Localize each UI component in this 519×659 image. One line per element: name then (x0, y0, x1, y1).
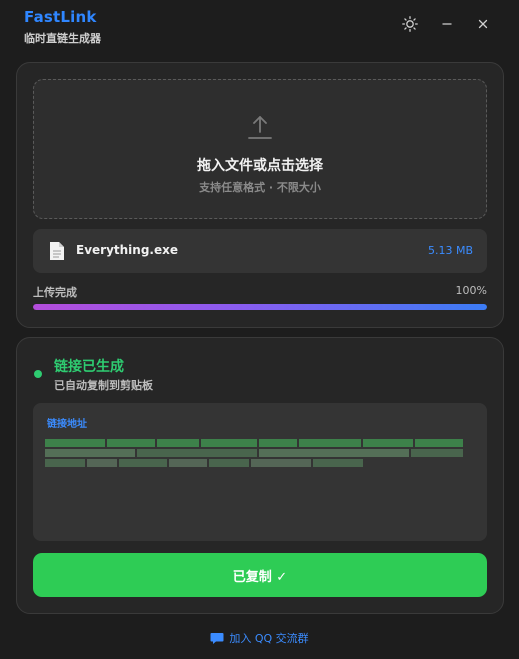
progress-label: 上传完成 (33, 286, 77, 299)
file-name: Everything.exe (76, 243, 178, 257)
app-subtitle: 临时直链生成器 (24, 32, 101, 45)
progress-fill (33, 304, 487, 310)
progress-bar (33, 304, 487, 310)
link-box[interactable]: 链接地址 (33, 403, 487, 541)
link-url-redacted[interactable] (43, 437, 473, 477)
link-box-label: 链接地址 (47, 419, 87, 430)
sun-icon (402, 16, 418, 32)
close-icon (478, 19, 488, 29)
file-icon (50, 242, 64, 260)
chat-bubble-icon (210, 632, 224, 644)
status-title: 链接已生成 (54, 359, 124, 375)
join-qq-group-text: 加入 QQ 交流群 (229, 632, 309, 645)
minimize-icon (442, 23, 452, 25)
link-card: 链接已生成 已自动复制到剪贴板 链接地址 已复制 ✓ (16, 337, 504, 614)
copy-link-button[interactable]: 已复制 ✓ (33, 553, 487, 597)
app-title: FastLink (24, 8, 97, 26)
dropzone-title: 拖入文件或点击选择 (197, 158, 323, 174)
status-subtitle: 已自动复制到剪贴板 (54, 379, 153, 392)
progress-percent: 100% (455, 284, 487, 297)
file-dropzone[interactable]: 拖入文件或点击选择 支持任意格式 · 不限大小 (33, 79, 487, 219)
dropzone-hint: 支持任意格式 · 不限大小 (199, 181, 321, 194)
minimize-button[interactable] (435, 12, 459, 36)
close-button[interactable] (471, 12, 495, 36)
upload-card: 拖入文件或点击选择 支持任意格式 · 不限大小 Everything.exe 5… (16, 62, 504, 328)
uploaded-file-row: Everything.exe 5.13 MB (33, 229, 487, 273)
status-dot (34, 370, 42, 378)
join-qq-group-link[interactable]: 加入 QQ 交流群 (0, 630, 519, 646)
file-size: 5.13 MB (427, 244, 473, 257)
upload-icon (248, 116, 272, 139)
theme-toggle-button[interactable] (398, 12, 422, 36)
